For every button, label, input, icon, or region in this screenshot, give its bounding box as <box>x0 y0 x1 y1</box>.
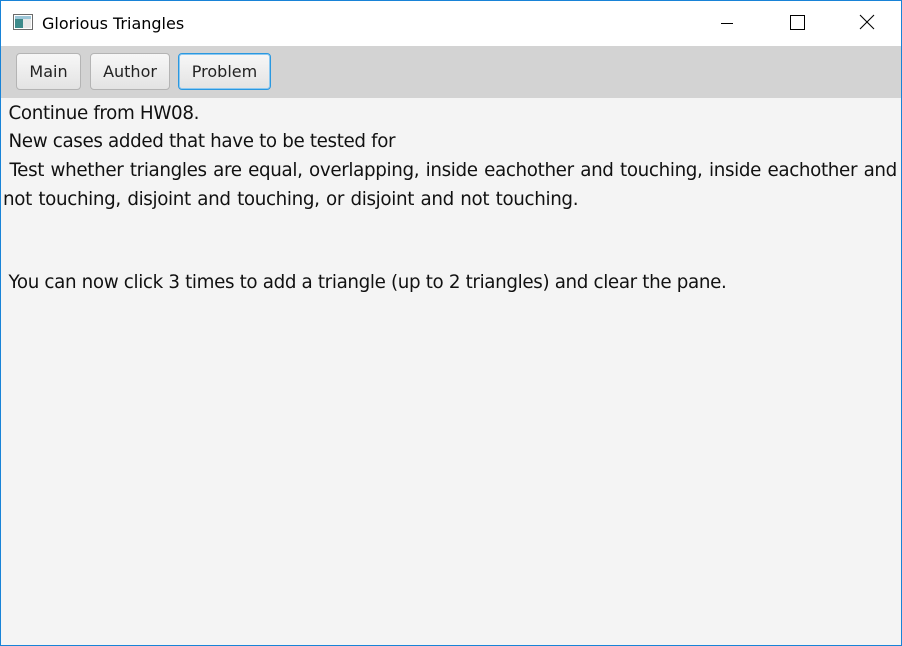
minimize-icon <box>721 14 733 33</box>
close-icon <box>859 14 875 34</box>
maximize-button[interactable] <box>774 1 820 46</box>
toolbar: Main Author Problem <box>1 46 901 98</box>
problem-text-line: Continue from HW08. <box>3 103 200 124</box>
problem-pane: Continue from HW08. New cases added that… <box>1 98 901 645</box>
problem-button[interactable]: Problem <box>178 53 271 90</box>
author-button[interactable]: Author <box>90 53 170 90</box>
app-icon <box>13 14 33 30</box>
minimize-button[interactable] <box>704 1 750 46</box>
problem-text-line: New cases added that have to be tested f… <box>3 131 396 152</box>
window-title: Glorious Triangles <box>42 14 185 33</box>
problem-text-line: You can now click 3 times to add a trian… <box>3 272 727 293</box>
main-button[interactable]: Main <box>16 53 81 90</box>
close-button[interactable] <box>844 1 890 46</box>
maximize-icon <box>789 14 805 34</box>
app-window: Glorious Triangles Main Author Problem C… <box>0 0 902 646</box>
problem-text-paragraph: Test whether triangles are equal, overla… <box>3 160 897 210</box>
title-bar[interactable]: Glorious Triangles <box>1 1 901 46</box>
